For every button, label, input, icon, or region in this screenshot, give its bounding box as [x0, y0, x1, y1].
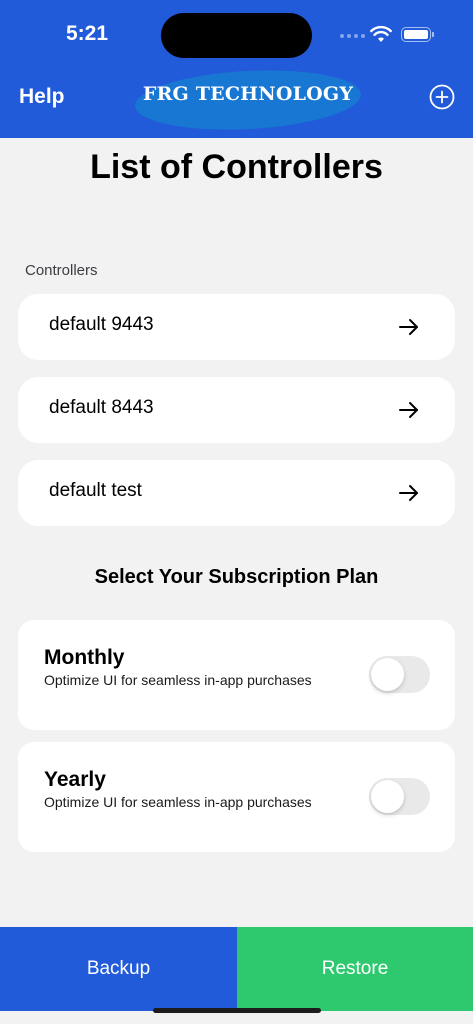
plan-description: Optimize UI for seamless in-app purchase… [44, 794, 312, 810]
controller-label: default 9443 [49, 314, 154, 335]
controller-row[interactable]: default 9443 [18, 294, 455, 360]
plan-name: Monthly [44, 646, 125, 669]
arrow-right-icon [399, 402, 418, 418]
arrow-right-icon [399, 319, 418, 335]
plan-card-yearly: Yearly Optimize UI for seamless in-app p… [18, 742, 455, 852]
toggle-knob [371, 780, 404, 813]
plan-card-monthly: Monthly Optimize UI for seamless in-app … [18, 620, 455, 730]
backup-button[interactable]: Backup [0, 927, 237, 1011]
frg-technology-logo: FRG TECHNOLOGY [133, 65, 363, 135]
subscription-title: Select Your Subscription Plan [94, 566, 379, 588]
monthly-toggle[interactable] [369, 656, 430, 693]
controllers-section-label: Controllers [25, 262, 98, 279]
dynamic-island [161, 13, 312, 58]
plan-name: Yearly [44, 768, 106, 791]
home-indicator[interactable] [153, 1008, 321, 1013]
plan-description: Optimize UI for seamless in-app purchase… [44, 672, 312, 688]
controller-label: default test [49, 480, 142, 501]
toggle-knob [371, 658, 404, 691]
controller-row[interactable]: default test [18, 460, 455, 526]
nav-bar: Help FRG TECHNOLOGY [0, 65, 473, 138]
battery-icon [401, 27, 434, 42]
page-title: List of Controllers [90, 148, 383, 186]
restore-button[interactable]: Restore [237, 927, 473, 1011]
arrow-right-icon [399, 485, 418, 501]
cellular-signal-icon [340, 34, 365, 38]
controller-label: default 8443 [49, 397, 154, 418]
status-bar: 5:21 [0, 0, 473, 70]
wifi-icon [370, 25, 392, 42]
yearly-toggle[interactable] [369, 778, 430, 815]
plus-circle-icon[interactable] [429, 84, 455, 110]
status-time: 5:21 [66, 22, 109, 45]
controller-row[interactable]: default 8443 [18, 377, 455, 443]
logo-text: FRG TECHNOLOGY [142, 83, 354, 105]
help-button[interactable]: Help [19, 85, 65, 109]
bottom-action-bar: Backup Restore [0, 927, 473, 1011]
